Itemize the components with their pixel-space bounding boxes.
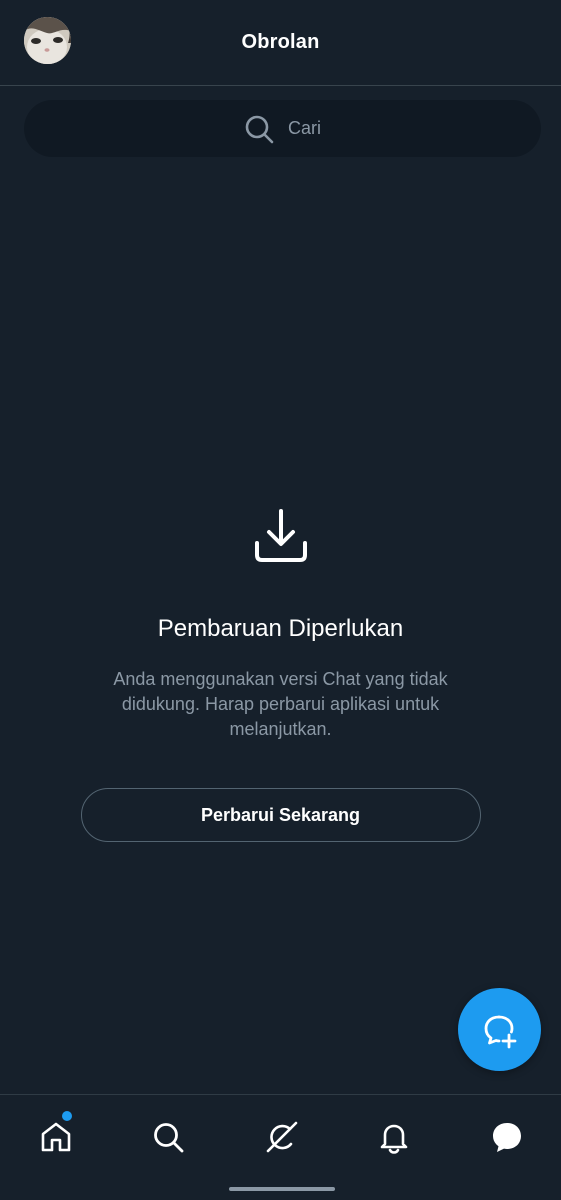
nav-grok[interactable] bbox=[262, 1117, 302, 1157]
page-title: Obrolan bbox=[241, 31, 320, 53]
search-bar[interactable]: Cari bbox=[24, 100, 541, 157]
app-root: Obrolan Cari Pembaruan Diperlukan Anda m… bbox=[0, 0, 561, 1200]
download-icon bbox=[254, 509, 307, 562]
nav-search[interactable] bbox=[148, 1117, 188, 1157]
nav-messages[interactable] bbox=[487, 1117, 527, 1157]
update-description: Anda menggunakan versi Chat yang tidak d… bbox=[113, 669, 448, 739]
update-title: Pembaruan Diperlukan bbox=[157, 615, 404, 642]
search-icon bbox=[245, 115, 274, 143]
search-icon bbox=[154, 1123, 184, 1153]
new-message-button[interactable] bbox=[458, 988, 541, 1071]
home-indicator-bar[interactable] bbox=[229, 1187, 335, 1191]
nav-notifications[interactable] bbox=[374, 1117, 414, 1157]
home-notification-badge bbox=[62, 1111, 72, 1121]
bottom-navigation bbox=[0, 1094, 561, 1200]
notifications-icon bbox=[380, 1124, 408, 1154]
update-required-panel: Pembaruan Diperlukan Anda menggunakan ve… bbox=[0, 505, 561, 842]
home-icon bbox=[41, 1122, 71, 1152]
search-input[interactable]: Cari bbox=[288, 118, 321, 139]
avatar[interactable] bbox=[24, 17, 71, 64]
new-message-icon bbox=[484, 1015, 516, 1048]
messages-icon bbox=[493, 1123, 521, 1152]
top-header: Obrolan bbox=[0, 0, 561, 86]
grok-icon bbox=[266, 1121, 298, 1153]
avatar-image bbox=[24, 17, 71, 64]
nav-home[interactable] bbox=[36, 1117, 76, 1157]
update-now-button[interactable]: Perbarui Sekarang bbox=[80, 788, 481, 842]
